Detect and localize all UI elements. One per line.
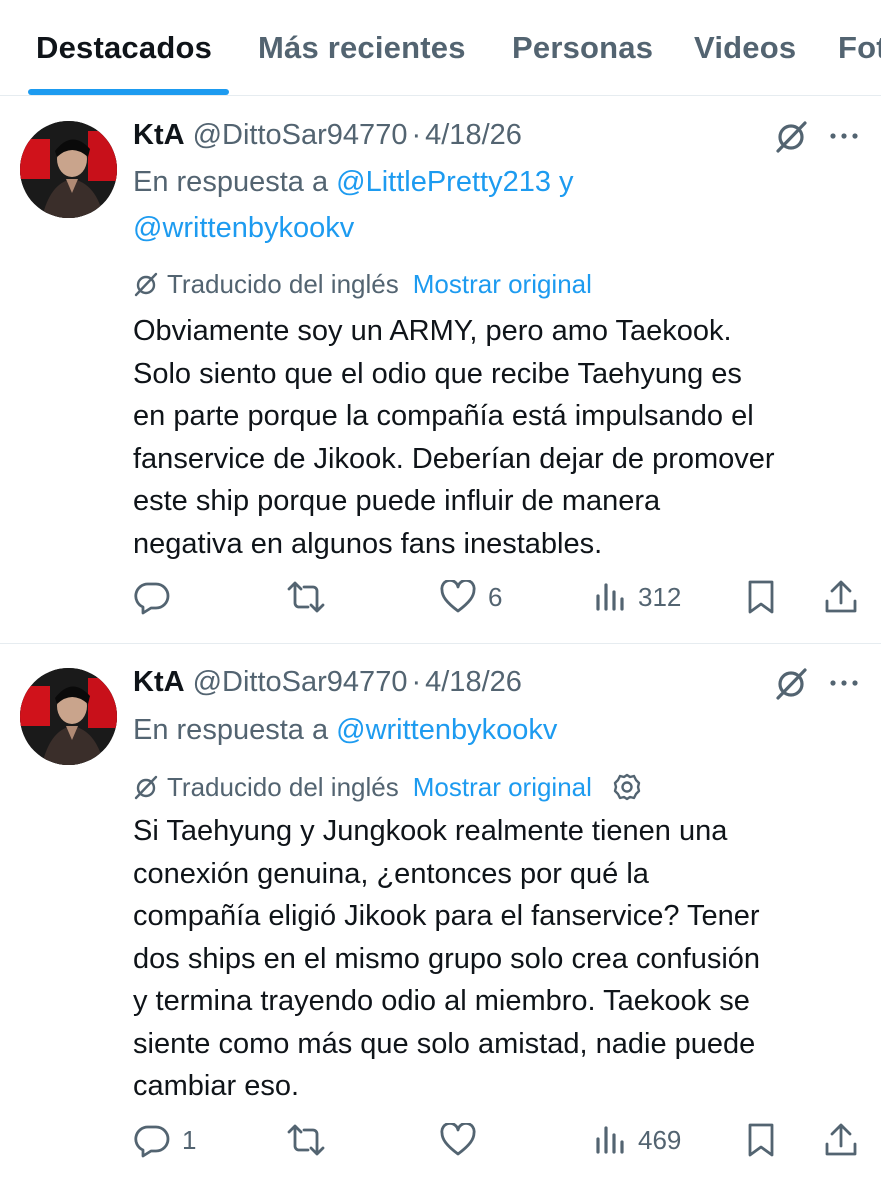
bookmark-button[interactable] [746,1116,776,1164]
tweet-date[interactable]: 4/18/26 [425,119,522,151]
tab-mas-recientes[interactable]: Más recientes [258,30,466,66]
tab-fotos[interactable]: Fotos [838,30,881,66]
reply-button[interactable]: 1 [134,1116,196,1164]
separator: · [411,119,422,151]
tab-videos[interactable]: Videos [694,30,796,66]
avatar[interactable] [20,121,117,218]
reply-prefix: En respuesta a [133,714,329,746]
display-name[interactable]: KtA [133,119,185,151]
no-translate-icon[interactable] [770,115,812,157]
tab-personas[interactable]: Personas [512,30,653,66]
retweet-button[interactable] [286,573,338,621]
views-button[interactable]: 469 [594,1116,681,1164]
show-original-link[interactable]: Mostrar original [413,267,592,301]
like-count: 6 [488,581,503,612]
reply-prefix: En respuesta a [133,166,329,198]
translation-bar: Traducido del inglés Mostrar original [133,770,642,804]
like-button[interactable]: 6 [440,573,502,621]
tweet[interactable]: KtA @DittoSar94770 · 4/18/26 En respuesta … [0,644,881,1200]
mention-link[interactable]: @writtenbykookv [336,714,557,746]
share-icon [824,1122,858,1158]
translate-icon [133,271,159,297]
display-name[interactable]: KtA [133,666,185,698]
mention-link[interactable]: @LittlePretty213 [336,166,551,198]
views-count: 469 [638,1124,682,1155]
tweet[interactable]: KtA @DittoSar94770 · 4/18/26 En respuesta … [0,97,881,642]
tweet-date[interactable]: 4/18/26 [425,666,522,698]
translated-label: Traducido del inglés [167,269,399,299]
bookmark-icon [746,1122,776,1158]
separator: · [411,666,422,698]
active-tab-indicator [28,89,229,95]
tweet-header: KtA @DittoSar94770 · 4/18/26 [133,117,522,153]
translated-label: Traducido del inglés [167,772,399,802]
reply-count: 1 [182,1124,197,1155]
views-icon [594,581,626,613]
reply-context: En respuesta a @writtenbykookv [133,712,557,748]
reply-joiner: y [559,166,574,198]
reply-icon [134,1122,170,1158]
translate-icon [133,774,159,800]
bookmark-icon [746,579,776,615]
no-translate-icon[interactable] [770,662,812,704]
views-icon [594,1124,626,1156]
reply-icon [134,579,170,615]
reply-context-cont: @writtenbykookv [133,210,354,246]
handle[interactable]: @DittoSar94770 [193,119,408,151]
like-button[interactable] [440,1116,488,1164]
more-icon[interactable] [826,666,862,700]
tab-destacados[interactable]: Destacados [36,30,212,66]
retweet-icon [286,579,326,615]
settings-icon[interactable] [612,772,642,802]
reply-context: En respuesta a @LittlePretty213 y [133,164,574,200]
views-count: 312 [638,581,682,612]
tweet-header: KtA @DittoSar94770 · 4/18/26 [133,664,522,700]
more-icon[interactable] [826,119,862,153]
share-button[interactable] [824,573,858,621]
avatar[interactable] [20,668,117,765]
search-tabs: Destacados Más recientes Personas Videos… [0,0,881,96]
tweet-actions: 6 312 [0,573,881,621]
like-icon [440,580,476,614]
mention-link[interactable]: @writtenbykookv [133,212,354,244]
bookmark-button[interactable] [746,573,776,621]
retweet-icon [286,1122,326,1158]
share-button[interactable] [824,1116,858,1164]
tweet-text: Si Taehyung y Jungkook realmente tienen … [133,815,761,1102]
tweet-text: Obviamente soy un ARMY, pero amo Taekook… [133,315,775,560]
like-icon [440,1123,476,1157]
tweet-actions: 1 469 [0,1116,881,1164]
share-icon [824,579,858,615]
translation-bar: Traducido del inglés Mostrar original [133,267,592,301]
reply-button[interactable] [134,573,182,621]
views-button[interactable]: 312 [594,573,681,621]
show-original-link[interactable]: Mostrar original [413,770,592,804]
retweet-button[interactable] [286,1116,338,1164]
handle[interactable]: @DittoSar94770 [193,666,408,698]
